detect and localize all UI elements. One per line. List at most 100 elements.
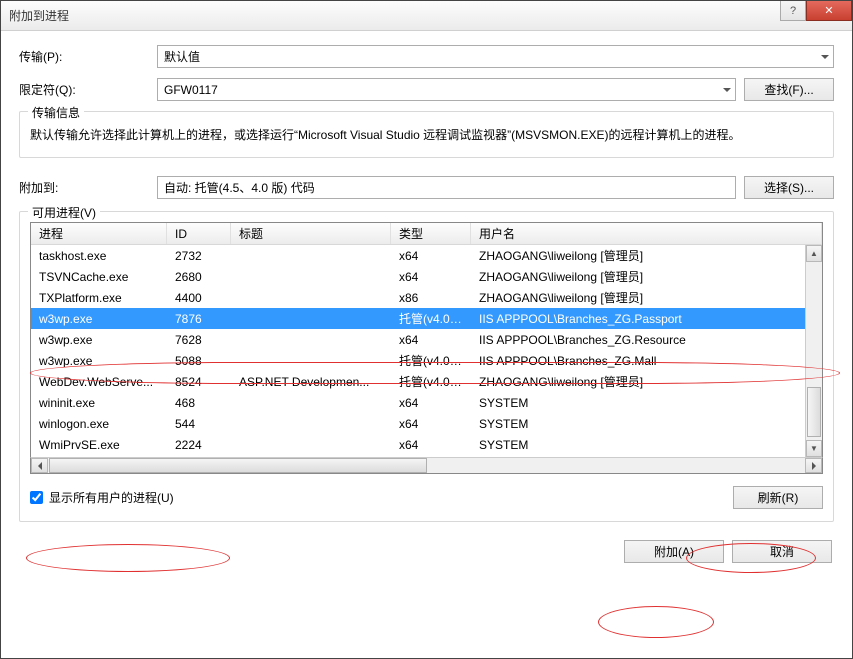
chevron-down-icon <box>821 55 829 59</box>
table-cell: ZHAOGANG\liweilong [管理员] <box>471 268 805 285</box>
table-row[interactable]: WebDev.WebServe...8524ASP.NET Developmen… <box>31 371 805 392</box>
transport-row: 传输(P): 默认值 <box>19 45 834 68</box>
dialog-button-row: 附加(A) 取消 <box>19 540 834 563</box>
cancel-button[interactable]: 取消 <box>732 540 832 563</box>
attach-to-row: 附加到: 自动: 托管(4.5、4.0 版) 代码 选择(S)... <box>19 176 834 199</box>
table-cell: 7628 <box>167 333 231 347</box>
table-cell: 2680 <box>167 270 231 284</box>
table-cell: IIS APPPOOL\Branches_ZG.Passport <box>471 312 805 326</box>
scroll-up-icon[interactable]: ▲ <box>806 245 822 262</box>
column-id[interactable]: ID <box>167 223 231 244</box>
select-button[interactable]: 选择(S)... <box>744 176 834 199</box>
window-controls: ? ✕ <box>780 1 852 21</box>
cancel-button-label: 取消 <box>770 545 794 559</box>
table-cell: 2224 <box>167 438 231 452</box>
attach-button-label: 附加(A) <box>654 545 694 559</box>
chevron-down-icon <box>723 88 731 92</box>
scroll-left-icon[interactable] <box>31 458 48 473</box>
table-cell: x64 <box>391 396 471 410</box>
processes-group: 可用进程(V) 进程 ID 标题 类型 用户名 taskhost.exe2732… <box>19 211 834 522</box>
table-cell: 7876 <box>167 312 231 326</box>
annotation-ellipse <box>598 606 714 638</box>
table-cell: ZHAOGANG\liweilong [管理员] <box>471 247 805 264</box>
table-cell: x64 <box>391 270 471 284</box>
table-cell: w3wp.exe <box>31 312 167 326</box>
table-cell: TSVNCache.exe <box>31 270 167 284</box>
table-cell: TXPlatform.exe <box>31 291 167 305</box>
column-user[interactable]: 用户名 <box>471 223 822 244</box>
transport-combo[interactable]: 默认值 <box>157 45 834 68</box>
close-button[interactable]: ✕ <box>806 1 852 21</box>
select-button-label: 选择(S)... <box>764 181 814 195</box>
table-row[interactable]: TSVNCache.exe2680 x64ZHAOGANG\liweilong [… <box>31 266 805 287</box>
column-type[interactable]: 类型 <box>391 223 471 244</box>
table-cell: x64 <box>391 333 471 347</box>
table-row[interactable]: w3wp.exe7628 x64IIS APPPOOL\Branches_ZG.R… <box>31 329 805 350</box>
scroll-right-icon[interactable] <box>805 458 822 473</box>
attach-to-value: 自动: 托管(4.5、4.0 版) 代码 <box>164 179 315 196</box>
table-body: taskhost.exe2732x64ZHAOGANG\liweilong [管… <box>31 245 805 457</box>
hscroll-thumb[interactable] <box>49 458 427 473</box>
find-button[interactable]: 查找(F)... <box>744 78 834 101</box>
window-title: 附加到进程 <box>9 7 69 24</box>
table-row[interactable]: taskhost.exe2732 x64ZHAOGANG\liweilong [管… <box>31 245 805 266</box>
table-cell: 8524 <box>167 375 231 389</box>
horizontal-scrollbar[interactable] <box>30 457 823 474</box>
table-cell: w3wp.exe <box>31 333 167 347</box>
vscroll-track[interactable] <box>806 262 822 440</box>
table-cell: wininit.exe <box>31 396 167 410</box>
table-cell: SYSTEM <box>471 417 805 431</box>
transport-label: 传输(P): <box>19 48 157 65</box>
table-cell: 托管(v4.0.30... <box>391 310 471 327</box>
table-cell: x64 <box>391 438 471 452</box>
qualifier-combo[interactable]: GFW0117 <box>157 78 736 101</box>
qualifier-row: 限定符(Q): GFW0117 查找(F)... <box>19 78 834 101</box>
table-cell: w3wp.exe <box>31 354 167 368</box>
attach-to-label: 附加到: <box>19 179 157 196</box>
table-cell: 4400 <box>167 291 231 305</box>
table-cell: x86 <box>391 291 471 305</box>
table-cell: x64 <box>391 249 471 263</box>
qualifier-value: GFW0117 <box>164 83 218 97</box>
find-button-label: 查找(F)... <box>764 83 813 97</box>
titlebar: 附加到进程 ? ✕ <box>1 1 852 31</box>
refresh-button-label: 刷新(R) <box>758 491 799 505</box>
vscroll-thumb[interactable] <box>807 387 821 437</box>
table-cell: SYSTEM <box>471 438 805 452</box>
process-table: 进程 ID 标题 类型 用户名 taskhost.exe2732x64ZHAOG… <box>30 222 823 457</box>
transport-info-group: 传输信息 默认传输允许选择此计算机上的进程，或选择运行“Microsoft Vi… <box>19 111 834 158</box>
table-row[interactable]: wininit.exe468x64SYSTEM <box>31 392 805 413</box>
table-cell: 托管(v4.0.30... <box>391 352 471 369</box>
attach-to-value-box: 自动: 托管(4.5、4.0 版) 代码 <box>157 176 736 199</box>
table-header: 进程 ID 标题 类型 用户名 <box>31 223 822 245</box>
table-cell: taskhost.exe <box>31 249 167 263</box>
scroll-down-icon[interactable]: ▼ <box>806 440 822 457</box>
table-row[interactable]: w3wp.exe7876 托管(v4.0.30...IIS APPPOOL\Bra… <box>31 308 805 329</box>
table-row[interactable]: winlogon.exe544x64SYSTEM <box>31 413 805 434</box>
table-cell: winlogon.exe <box>31 417 167 431</box>
help-icon: ? <box>790 5 796 17</box>
show-all-users-checkbox[interactable] <box>30 491 43 504</box>
transport-info-text: 默认传输允许选择此计算机上的进程，或选择运行“Microsoft Visual … <box>30 126 823 145</box>
show-all-row: 显示所有用户的进程(U) 刷新(R) <box>30 486 823 509</box>
table-cell: 544 <box>167 417 231 431</box>
dialog-content: 传输(P): 默认值 限定符(Q): GFW0117 查找(F)... 传输信息… <box>1 31 852 577</box>
hscroll-track[interactable] <box>49 458 804 473</box>
table-cell: IIS APPPOOL\Branches_ZG.Mall <box>471 354 805 368</box>
table-row[interactable]: w3wp.exe5088托管(v4.0.30...IIS APPPOOL\Bra… <box>31 350 805 371</box>
transport-info-legend: 传输信息 <box>28 104 84 121</box>
refresh-button[interactable]: 刷新(R) <box>733 486 823 509</box>
vertical-scrollbar[interactable]: ▲ ▼ <box>805 245 822 457</box>
table-cell: 2732 <box>167 249 231 263</box>
table-cell: IIS APPPOOL\Branches_ZG.Resource <box>471 333 805 347</box>
attach-button[interactable]: 附加(A) <box>624 540 724 563</box>
table-row[interactable]: WmiPrvSE.exe2224 x64SYSTEM <box>31 434 805 455</box>
close-icon: ✕ <box>824 4 833 17</box>
table-cell: WebDev.WebServe... <box>31 375 167 389</box>
table-cell: 468 <box>167 396 231 410</box>
column-title[interactable]: 标题 <box>231 223 391 244</box>
table-row[interactable]: TXPlatform.exe4400x86ZHAOGANG\liweilong … <box>31 287 805 308</box>
table-cell: WmiPrvSE.exe <box>31 438 167 452</box>
column-process[interactable]: 进程 <box>31 223 167 244</box>
help-button[interactable]: ? <box>780 1 806 21</box>
